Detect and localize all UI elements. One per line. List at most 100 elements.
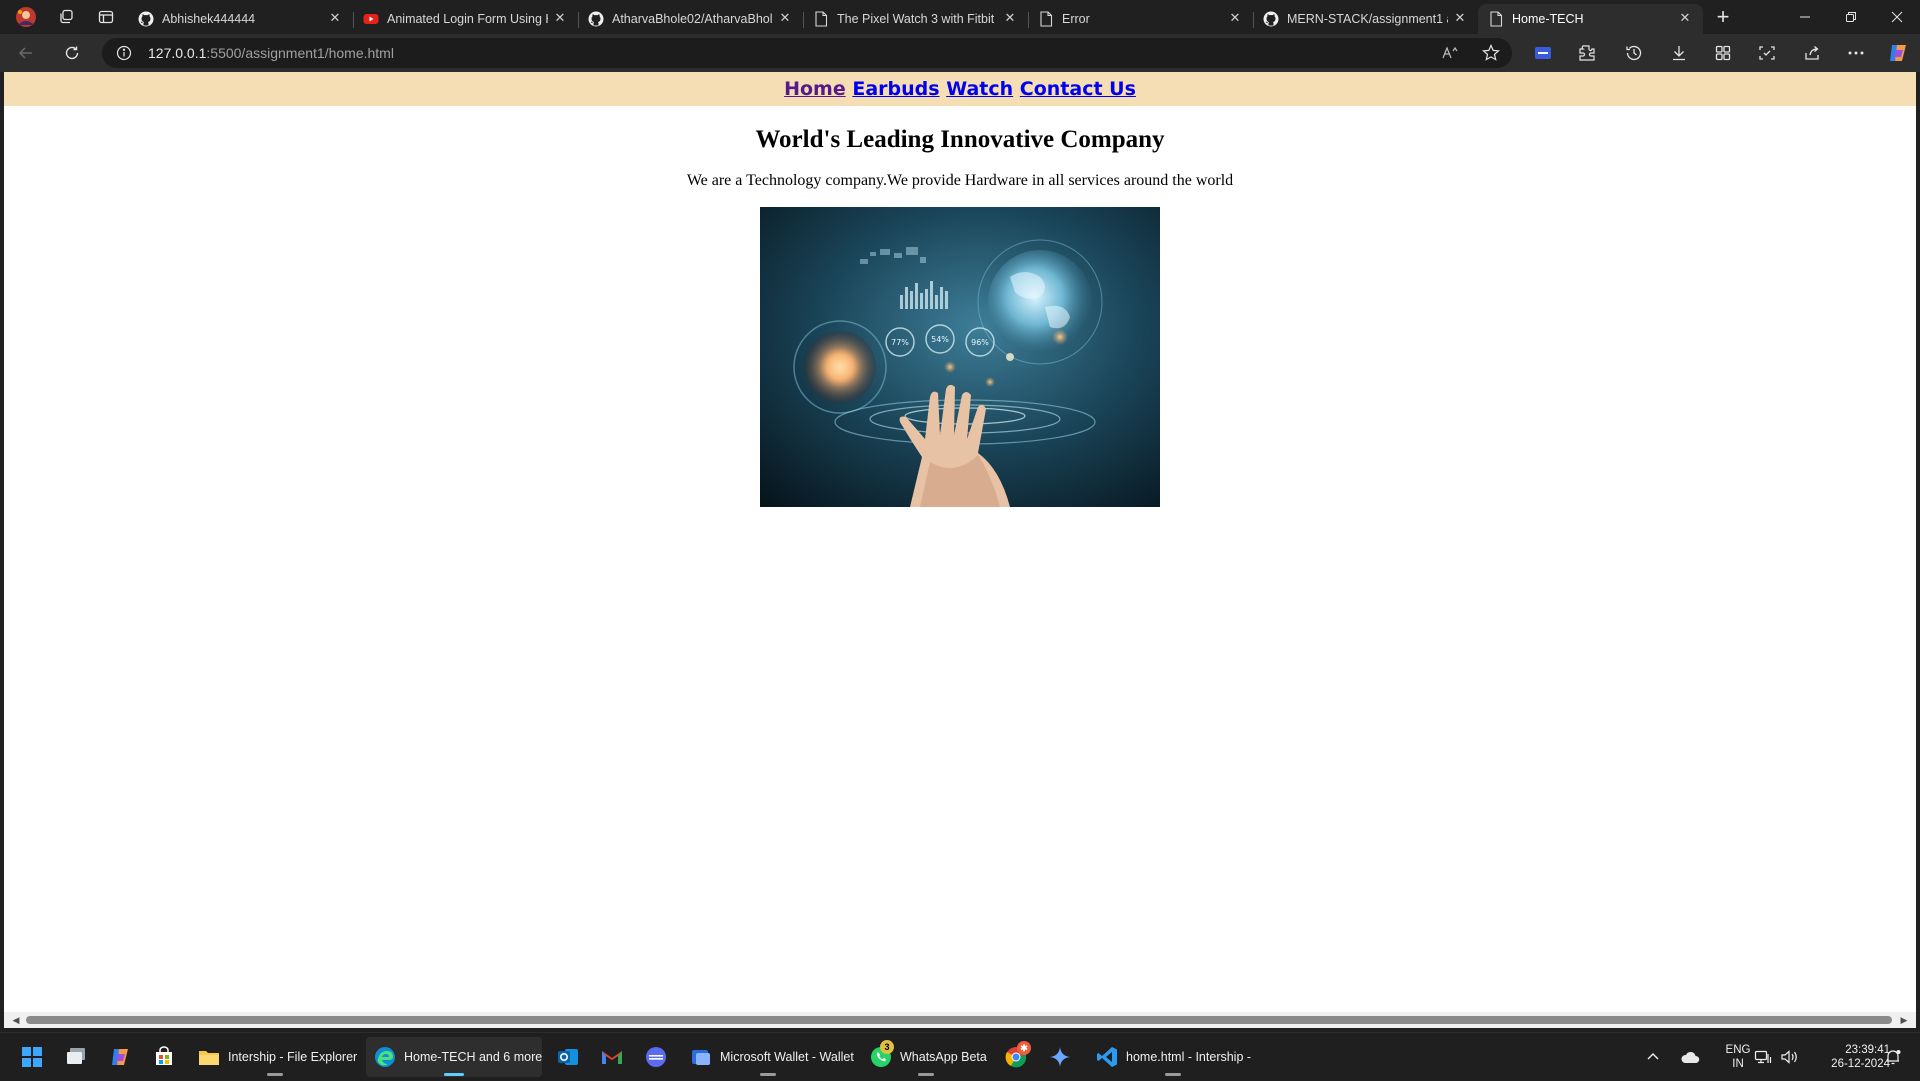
close-tab-icon[interactable]: ✕ [1452,10,1468,26]
tab-title: Home-TECH [1512,12,1584,26]
more-menu-icon[interactable] [1840,38,1872,68]
collections-icon[interactable] [1707,38,1739,68]
site-info-icon[interactable] [116,45,132,61]
wallet-icon [692,1050,710,1065]
browser-toolbar: 127.0.0.1:5500/assignment1/home.html [0,34,1920,72]
url-host: 127.0.0.1 [148,45,207,61]
close-tab-icon[interactable]: ✕ [1677,10,1693,26]
taskbar-gmail[interactable] [592,1037,632,1077]
window-controls [1782,0,1920,34]
running-indicator [267,1073,283,1076]
new-tab-button[interactable]: + [1703,0,1743,34]
horizontal-scrollbar[interactable]: ◀ ▶ [4,1012,1916,1028]
start-button[interactable] [12,1037,52,1077]
youtube-icon [363,11,379,27]
scrollbar-thumb[interactable] [26,1016,1892,1024]
vscode-icon [1097,1047,1117,1067]
browser-tab[interactable]: AtharvaBhole02/AtharvaBhole02 ✕ [578,4,803,34]
taskbar-gemini[interactable] [1040,1037,1080,1077]
close-tab-icon[interactable]: ✕ [1002,10,1018,26]
read-aloud-icon[interactable] [1442,45,1460,61]
notification-center-button[interactable] [1884,1033,1902,1081]
downloads-icon[interactable] [1663,38,1695,68]
taskbar-copilot-button[interactable] [100,1037,140,1077]
browser-tab[interactable]: Error ✕ [1028,4,1253,34]
cloud-icon [1681,1051,1700,1063]
tab-title: AtharvaBhole02/AtharvaBhole02 [612,12,773,26]
tab-actions-icon[interactable] [88,2,124,32]
close-window-button[interactable] [1874,0,1920,34]
file-explorer-label: Intership - File Explorer [228,1050,358,1064]
tab-title: Animated Login Form Using HTML [387,12,548,26]
scroll-right-arrow-icon[interactable]: ▶ [1896,1012,1912,1028]
taskbar-wallet[interactable]: Microsoft Wallet - Wallet [682,1037,854,1077]
taskbar-whatsapp[interactable]: 3 WhatsApp Beta [862,1037,990,1077]
restore-button[interactable] [1828,0,1874,34]
close-tab-icon[interactable]: ✕ [552,10,568,26]
show-hidden-icons-button[interactable] [1646,1033,1660,1081]
page-icon [1488,11,1504,27]
minimize-button[interactable] [1782,0,1828,34]
edge-browser-icon [374,1047,395,1067]
address-bar[interactable]: 127.0.0.1:5500/assignment1/home.html [102,38,1512,68]
page-heading: World's Leading Innovative Company [755,126,1165,153]
page-icon [1038,11,1054,27]
windows-taskbar: Intership - File Explorer Home-TECH and … [0,1032,1920,1080]
back-button[interactable] [10,38,42,68]
browser-tab[interactable]: The Pixel Watch 3 with Fitbit and ✕ [803,4,1028,34]
history-icon[interactable] [1618,38,1650,68]
tab-title: Error [1062,12,1090,26]
profile-avatar-icon[interactable] [8,2,44,32]
taskbar-app[interactable] [636,1037,676,1077]
running-indicator [1165,1073,1181,1076]
browser-tab[interactable]: MERN-STACK/assignment1 at main ✕ [1253,4,1478,34]
scroll-left-arrow-icon[interactable]: ◀ [8,1012,24,1028]
network-tray-icon[interactable] [1754,1033,1772,1081]
favorite-star-icon[interactable] [1482,44,1500,62]
vscode-label: home.html - Intership - [1126,1050,1252,1064]
svg-text:77%: 77% [891,338,909,347]
speaker-icon [1781,1050,1797,1064]
browser-tab[interactable]: Home-TECH ✕ [1478,4,1703,34]
onedrive-tray-icon[interactable] [1680,1033,1700,1081]
edge-label: Home-TECH and 6 more [403,1050,542,1064]
whatsapp-badge: 3 [880,1040,894,1054]
address-url[interactable]: 127.0.0.1:5500/assignment1/home.html [148,45,394,61]
whatsapp-label: WhatsApp Beta [900,1050,987,1064]
taskbar-store-button[interactable] [144,1037,184,1077]
nav-link-contact-us[interactable]: Contact Us [1020,78,1136,100]
nav-link-earbuds[interactable]: Earbuds [852,78,939,100]
task-view-button[interactable] [56,1037,96,1077]
nav-link-watch[interactable]: Watch [946,78,1013,100]
translator-extension-icon[interactable] [1527,38,1559,68]
share-icon[interactable] [1796,38,1828,68]
browser-tab[interactable]: Abhishek444444 ✕ [128,4,353,34]
tab-strip: Abhishek444444 ✕ Animated Login Form Using… [128,0,1703,34]
close-tab-icon[interactable]: ✕ [777,10,793,26]
close-tab-icon[interactable]: ✕ [327,10,343,26]
screenshot-icon[interactable] [1751,38,1783,68]
notification-dot-icon: ✱ [1017,1041,1031,1055]
taskbar-chrome[interactable]: ✱ [996,1037,1036,1077]
refresh-button[interactable] [56,38,88,68]
taskbar-file-explorer[interactable]: Intership - File Explorer [190,1037,360,1077]
browser-tab[interactable]: Animated Login Form Using HTML ✕ [353,4,578,34]
running-indicator [918,1073,934,1076]
taskbar-vscode[interactable]: home.html - Intership - [1088,1037,1258,1077]
technology-hand-globe-image: 77% 54% 96% [760,207,1160,507]
volume-tray-icon[interactable] [1780,1033,1800,1081]
taskbar-outlook[interactable] [548,1037,588,1077]
workspaces-icon[interactable] [48,2,84,32]
browser-title-bar: Abhishek444444 ✕ Animated Login Form Using… [0,0,1920,34]
extensions-icon[interactable] [1571,38,1603,68]
clock-date: 26-12-2024 [1831,1058,1890,1070]
system-clock[interactable]: 23:39:41 26-12-2024 [1820,1043,1890,1071]
github-icon [1263,11,1279,27]
clock-time: 23:39:41 [1845,1044,1890,1056]
close-tab-icon[interactable]: ✕ [1227,10,1243,26]
nav-link-home[interactable]: Home [784,78,846,100]
copilot-app-icon [112,1049,128,1065]
svg-text:96%: 96% [971,338,989,347]
copilot-icon[interactable] [1882,38,1914,68]
taskbar-edge[interactable]: Home-TECH and 6 more [366,1037,542,1077]
